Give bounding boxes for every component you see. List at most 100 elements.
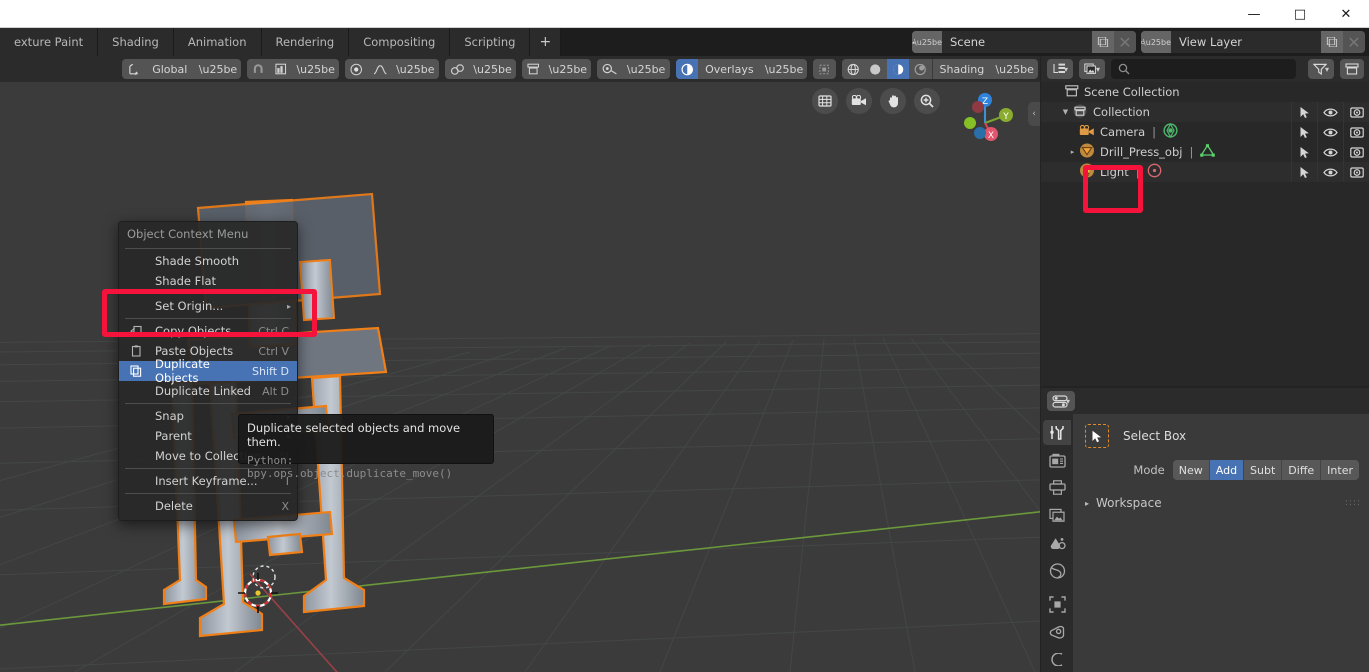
shading-chevron-down-icon[interactable]: \u25be	[991, 59, 1038, 79]
select-cursor-icon[interactable]	[1291, 162, 1317, 182]
solid-shading-icon[interactable]	[864, 59, 886, 79]
workspace-tab-rendering[interactable]: Rendering	[262, 28, 350, 56]
transform-orientation-chevron-down-icon[interactable]: \u25be	[195, 59, 242, 79]
gizmo-group[interactable]: \u25be	[597, 59, 669, 79]
pan-view-icon[interactable]	[880, 88, 906, 114]
close-button[interactable]: ✕	[1323, 0, 1369, 28]
visibility-eye-icon[interactable]	[1317, 122, 1343, 142]
workspace-tab-compositing[interactable]: Compositing	[349, 28, 450, 56]
gizmo-chevron-down-icon[interactable]: \u25be	[623, 59, 670, 79]
workspace-tab-texture-paint[interactable]: exture Paint	[0, 28, 98, 56]
remove-view-layer-button[interactable]: ✕	[1343, 31, 1365, 53]
properties-tab-output[interactable]	[1043, 475, 1071, 500]
outliner-filter-type-button[interactable]: ▾	[1079, 59, 1105, 79]
rendered-shading-icon[interactable]	[909, 59, 931, 79]
sidebar-collapse-arrow-icon[interactable]: ‹	[1028, 102, 1040, 126]
proportional-edit-icon[interactable]	[345, 59, 367, 79]
properties-tab-object[interactable]	[1043, 592, 1071, 617]
transform-orientation-value[interactable]: Global	[145, 59, 195, 79]
filter-icon[interactable]: ▾	[1308, 59, 1334, 79]
visibility-eye-icon[interactable]	[1317, 162, 1343, 182]
outliner-tree[interactable]: Scene Collection ▼ Collection	[1041, 82, 1369, 386]
render-camera-icon[interactable]	[1343, 162, 1369, 182]
scene-name-field[interactable]: Scene	[942, 31, 1092, 53]
properties-tab-view-layer[interactable]	[1043, 503, 1071, 528]
panel-drag-grip[interactable]: ::::	[1345, 498, 1361, 508]
3d-viewport[interactable]: Global \u25be	[0, 56, 1040, 672]
select-cursor-icon[interactable]	[1291, 142, 1317, 162]
workspace-tab-animation[interactable]: Animation	[174, 28, 262, 56]
mode-option-intersect[interactable]: Inter	[1321, 460, 1359, 480]
properties-editor-type-button[interactable]: ▾	[1047, 391, 1075, 411]
collection-new-icon[interactable]	[1340, 59, 1364, 79]
snap-affect-chevron-down-icon[interactable]: \u25be	[469, 59, 516, 79]
viewport-visibility-group[interactable]: \u25be	[522, 59, 591, 79]
transform-orientation-group[interactable]: Global \u25be	[122, 59, 241, 79]
properties-tab-render[interactable]	[1043, 448, 1071, 473]
mode-option-difference[interactable]: Diffe	[1282, 460, 1321, 480]
snap-magnet-icon[interactable]	[247, 59, 269, 79]
xray-toggle-icon[interactable]	[813, 59, 835, 79]
snap-with-group[interactable]: \u25be	[445, 59, 516, 79]
unlink-scene-button[interactable]: ✕	[1114, 31, 1136, 53]
shading-modes-group[interactable]: Shading \u25be	[842, 59, 1038, 79]
outliner-new-collection-button[interactable]	[1340, 59, 1364, 79]
disclosure-triangle-icon[interactable]: ▸	[1066, 148, 1079, 156]
new-scene-button[interactable]: ⧉	[1092, 31, 1114, 53]
select-box-icon[interactable]	[1085, 424, 1109, 448]
menu-item-set-origin[interactable]: Set Origin... ▸	[119, 296, 297, 316]
properties-tab-world[interactable]	[1043, 558, 1071, 583]
properties-tab-strip[interactable]	[1041, 414, 1073, 672]
view-layer-selector[interactable]: \u25be View Layer ⧉ ✕	[1141, 31, 1365, 53]
properties-tab-physics[interactable]	[1043, 647, 1071, 672]
properties-editor-icon[interactable]: ▾	[1047, 391, 1075, 411]
view-axis-gizmo[interactable]: Z Y X	[954, 84, 1016, 146]
menu-item-copy-objects[interactable]: Copy Objects Ctrl C	[119, 321, 297, 341]
viewport-canvas[interactable]: Z Y X ‹ Object Context Menu	[0, 82, 1040, 672]
menu-item-delete[interactable]: Delete X	[119, 496, 297, 516]
properties-tab-tool[interactable]	[1043, 420, 1071, 445]
render-camera-icon[interactable]	[1343, 102, 1369, 122]
outliner-filter-button[interactable]: ▾	[1308, 59, 1334, 79]
view-layer-name-field[interactable]: View Layer	[1171, 31, 1321, 53]
gizmo-icon[interactable]	[597, 59, 622, 79]
minimize-button[interactable]: —	[1231, 0, 1277, 28]
zoom-view-icon[interactable]	[914, 88, 940, 114]
xray-group[interactable]	[813, 59, 835, 79]
mode-option-new[interactable]: New	[1173, 460, 1210, 480]
add-workspace-button[interactable]: +	[530, 28, 561, 56]
properties-tab-scene[interactable]	[1043, 531, 1071, 556]
mode-option-subtract[interactable]: Subt	[1244, 460, 1282, 480]
visibility-chevron-down-icon[interactable]: \u25be	[544, 59, 591, 79]
outliner-editor-type-button[interactable]: ▾	[1047, 59, 1073, 79]
snap-chevron-down-icon[interactable]: \u25be	[292, 59, 339, 79]
wireframe-shading-icon[interactable]	[842, 59, 864, 79]
camera-view-icon[interactable]	[846, 88, 872, 114]
visibility-eye-icon[interactable]	[1317, 102, 1343, 122]
workspace-tab-scripting[interactable]: Scripting	[450, 28, 530, 56]
mode-option-add[interactable]: Add	[1210, 460, 1244, 480]
render-camera-icon[interactable]	[1343, 122, 1369, 142]
outliner-row-collection[interactable]: ▼ Collection	[1041, 102, 1369, 122]
overlays-toggle-icon[interactable]	[676, 59, 698, 79]
outliner-row-camera[interactable]: Camera |	[1041, 122, 1369, 142]
snap-group[interactable]: \u25be	[247, 59, 339, 79]
scene-selector[interactable]: \u25be Scene ⧉ ✕	[912, 31, 1136, 53]
properties-tab-modifiers[interactable]	[1043, 620, 1071, 645]
disclosure-triangle-icon[interactable]: ▼	[1059, 108, 1072, 116]
mode-segmented-control[interactable]: New Add Subt Diffe Inter	[1173, 460, 1359, 480]
outliner-display-mode-icon[interactable]: ▾	[1047, 59, 1073, 79]
properties-editor[interactable]: ▾	[1040, 386, 1369, 672]
render-camera-icon[interactable]	[1343, 142, 1369, 162]
select-cursor-icon[interactable]	[1291, 122, 1317, 142]
panel-expand-triangle-icon[interactable]: ▸	[1085, 499, 1089, 508]
view-layer-filter-icon[interactable]: ▾	[1079, 59, 1105, 79]
outliner-row-scene-collection[interactable]: Scene Collection	[1041, 82, 1369, 102]
maximize-button[interactable]: □	[1277, 0, 1323, 28]
shading-label[interactable]: Shading	[933, 59, 992, 79]
workspace-tab-shading[interactable]: Shading	[98, 28, 174, 56]
workspace-panel-header[interactable]: ▸ Workspace ::::	[1085, 496, 1359, 510]
falloff-chevron-down-icon[interactable]: \u25be	[392, 59, 439, 79]
object-types-visibility-icon[interactable]	[522, 59, 544, 79]
outliner-editor[interactable]: ▾ ▾	[1040, 56, 1369, 386]
